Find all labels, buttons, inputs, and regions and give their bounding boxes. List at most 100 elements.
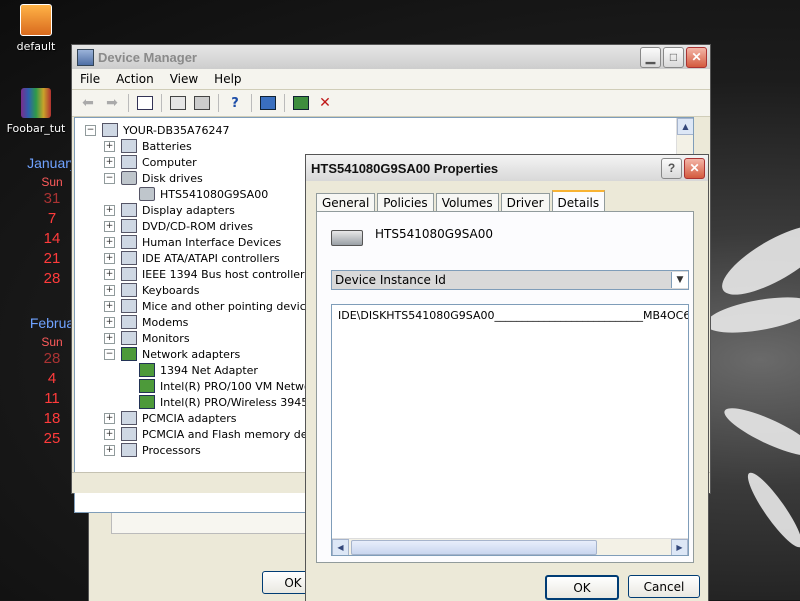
tree-node[interactable]: + DVD/CD-ROM drives — [104, 218, 253, 234]
scroll-thumb[interactable] — [351, 539, 597, 555]
ide-icon — [121, 251, 137, 265]
menu-action[interactable]: Action — [108, 72, 162, 86]
tab-policies[interactable]: Policies — [377, 193, 434, 212]
network-icon — [139, 363, 155, 377]
tree-node[interactable]: + Batteries — [104, 138, 192, 154]
scroll-left-button[interactable]: ◀ — [332, 538, 349, 555]
processor-icon — [121, 443, 137, 457]
expand-icon[interactable]: + — [104, 204, 115, 216]
scroll-right-button[interactable]: ▶ — [671, 538, 688, 555]
tree-node[interactable]: 1394 Net Adapter — [123, 362, 258, 378]
expand-icon[interactable]: + — [104, 252, 115, 264]
expand-icon[interactable]: + — [104, 220, 115, 232]
property-value-text: IDE\DISKHTS541080G9SA00_________________… — [338, 309, 688, 322]
properties-button[interactable] — [168, 94, 188, 112]
minimize-button[interactable]: ▁ — [640, 46, 661, 68]
tree-node[interactable]: Intel(R) PRO/Wireless 3945ABG — [123, 394, 332, 410]
help-button[interactable]: ? — [225, 94, 245, 112]
display-icon — [121, 203, 137, 217]
tree-node[interactable]: − Network adapters — [104, 346, 240, 362]
tree-node[interactable]: − YOUR-DB35A76247 — [85, 122, 230, 138]
tree-node[interactable]: + Keyboards — [104, 282, 199, 298]
menu-file[interactable]: File — [72, 72, 108, 86]
device-manager-titlebar[interactable]: Device Manager ▁ □ ✕ — [72, 45, 710, 69]
expand-icon[interactable]: + — [104, 332, 115, 344]
close-button[interactable]: ✕ — [686, 46, 707, 68]
cancel-button[interactable]: Cancel — [628, 575, 700, 598]
expand-icon[interactable]: + — [104, 236, 115, 248]
uninstall-button[interactable]: ✕ — [315, 94, 335, 112]
expand-icon[interactable]: + — [104, 412, 115, 424]
menu-help[interactable]: Help — [206, 72, 249, 86]
properties-close-button[interactable]: ✕ — [684, 157, 705, 179]
background-ok-label: OK — [284, 575, 302, 590]
tree-node[interactable]: + IEEE 1394 Bus host controllers — [104, 266, 310, 282]
property-select[interactable]: Device Instance Id ▼ — [331, 270, 689, 290]
maximize-button[interactable]: □ — [663, 46, 684, 68]
tree-node-label: Network adapters — [142, 347, 241, 361]
desktop-icon-default[interactable]: default — [6, 4, 66, 53]
details-panel: HTS541080G9SA00 Device Instance Id ▼ IDE… — [316, 211, 694, 563]
tab-driver[interactable]: Driver — [500, 193, 550, 212]
update-driver-button[interactable] — [291, 94, 311, 112]
expand-icon[interactable]: + — [104, 300, 115, 312]
toolbar-separator — [218, 94, 219, 112]
expand-icon[interactable]: + — [104, 444, 115, 456]
tree-node-label: Display adapters — [142, 203, 235, 217]
keyboard-icon — [121, 283, 137, 297]
print-icon — [194, 96, 210, 110]
tree-node[interactable]: Intel(R) PRO/100 VM Network C — [123, 378, 333, 394]
disk-icon — [121, 171, 137, 185]
collapse-icon[interactable]: − — [104, 172, 115, 184]
close-icon: ✕ — [689, 161, 700, 175]
tree-node[interactable]: + Display adapters — [104, 202, 235, 218]
property-value-list[interactable]: IDE\DISKHTS541080G9SA00_________________… — [331, 304, 689, 556]
expand-icon[interactable]: + — [104, 284, 115, 296]
computer-icon — [102, 123, 118, 137]
maximize-icon: □ — [669, 50, 678, 64]
tree-node[interactable]: + Human Interface Devices — [104, 234, 281, 250]
expand-icon[interactable]: + — [104, 428, 115, 440]
expand-icon[interactable]: + — [104, 268, 115, 280]
expand-icon[interactable]: + — [104, 316, 115, 328]
tab-general[interactable]: General — [316, 193, 376, 212]
horizontal-scrollbar[interactable]: ◀ ▶ — [332, 538, 688, 555]
forward-icon: ➡ — [106, 95, 118, 111]
tree-node[interactable]: + PCMCIA and Flash memory devices — [104, 426, 336, 442]
expand-icon[interactable]: + — [104, 140, 115, 152]
tab-volumes[interactable]: Volumes — [435, 193, 499, 212]
tree-node[interactable]: + IDE ATA/ATAPI controllers — [104, 250, 280, 266]
disk-icon — [139, 187, 155, 201]
expand-icon[interactable]: + — [104, 156, 115, 168]
property-select-dropdown-button[interactable]: ▼ — [671, 272, 688, 288]
scroll-up-button[interactable]: ▲ — [677, 118, 693, 135]
tree-node-label: Disk drives — [142, 171, 203, 185]
forward-button[interactable]: ➡ — [102, 94, 122, 112]
tree-node[interactable]: + PCMCIA adapters — [104, 410, 237, 426]
tree-node[interactable]: + Computer — [104, 154, 197, 170]
tree-node-label: Computer — [142, 155, 197, 169]
cancel-label: Cancel — [643, 579, 685, 594]
toolbar: ⬅ ➡ ? ✕ — [72, 90, 710, 117]
property-value-row[interactable]: IDE\DISKHTS541080G9SA00_________________… — [332, 305, 688, 326]
desktop-icon-foobar-tut[interactable]: Foobar_tut — [6, 88, 66, 135]
tree-node[interactable]: + Processors — [104, 442, 201, 458]
collapse-icon[interactable]: − — [85, 124, 96, 136]
tree-node[interactable]: + Modems — [104, 314, 188, 330]
help-titlebar-button[interactable]: ? — [661, 157, 682, 179]
menu-view[interactable]: View — [162, 72, 206, 86]
show-hide-tree-button[interactable] — [135, 94, 155, 112]
pcmcia-icon — [121, 427, 137, 441]
tree-node[interactable]: + Mice and other pointing devices — [104, 298, 318, 314]
back-button[interactable]: ⬅ — [78, 94, 98, 112]
ok-button[interactable]: OK — [545, 575, 619, 600]
tree-node[interactable]: + Monitors — [104, 330, 190, 346]
tree-node[interactable]: − Disk drives — [104, 170, 203, 186]
collapse-icon[interactable]: − — [104, 348, 115, 360]
scan-hardware-button[interactable] — [258, 94, 278, 112]
print-button[interactable] — [192, 94, 212, 112]
tab-details[interactable]: Details — [551, 190, 606, 213]
close-icon: ✕ — [691, 50, 702, 64]
tree-node[interactable]: HTS541080G9SA00 — [123, 186, 268, 202]
properties-titlebar[interactable]: HTS541080G9SA00 Properties ? ✕ — [306, 155, 708, 181]
